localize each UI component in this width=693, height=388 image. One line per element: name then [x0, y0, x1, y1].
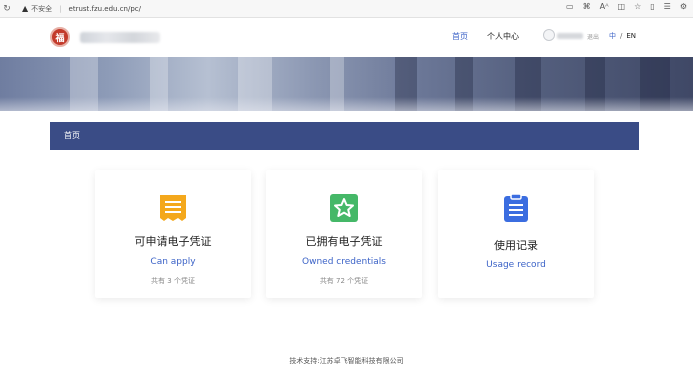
card-subtitle[interactable]: Owned credentials	[266, 257, 422, 267]
split-screen-icon[interactable]: ◫	[618, 2, 626, 11]
card-subtitle[interactable]: Can apply	[95, 257, 251, 267]
warning-icon[interactable]: ▲	[22, 4, 28, 13]
lang-separator: /	[620, 32, 623, 40]
banner-image	[0, 57, 693, 111]
read-aloud-icon[interactable]: Aᴬ	[600, 2, 609, 11]
site-name-blurred	[80, 32, 160, 43]
favorite-icon[interactable]: ☆	[634, 2, 641, 11]
language-switcher: 中 / EN	[609, 31, 636, 41]
card-title: 可申请电子凭证	[134, 235, 212, 248]
lang-en[interactable]: EN	[626, 32, 636, 40]
credential-count: 共有 72 个凭证	[319, 277, 369, 285]
card-can-apply[interactable]: 可申请电子凭证 Can apply 共有 3 个凭证	[95, 170, 251, 298]
university-logo[interactable]: 福	[50, 27, 70, 47]
nav-home[interactable]: 首页	[452, 31, 468, 42]
username-blurred	[557, 33, 583, 39]
security-label[interactable]: 不安全	[31, 4, 52, 14]
sidebar-icon[interactable]: ▯	[650, 2, 654, 11]
document-list-icon	[160, 195, 186, 221]
breadcrumb-home[interactable]: 首页	[64, 131, 80, 140]
footer-credit: 技术支持:江苏卓飞智能科技有限公司	[289, 357, 404, 365]
cast-icon[interactable]: ▭	[566, 2, 574, 11]
credential-count: 共有 3 个凭证	[151, 277, 195, 285]
extensions-icon[interactable]: ⚙	[680, 2, 687, 11]
card-subtitle[interactable]: Usage record	[438, 260, 594, 270]
reload-icon[interactable]: ↻	[0, 4, 14, 14]
browser-toolbar: ▭ ⌘ Aᴬ ◫ ☆ ▯ ☰ ⚙	[566, 2, 687, 11]
browser-address-bar: ↻ ▲ 不安全 | etrust.fzu.edu.cn/pc/ ▭ ⌘ Aᴬ ◫…	[0, 0, 693, 18]
star-badge-icon	[330, 194, 358, 222]
nav-personal-center[interactable]: 个人中心	[487, 31, 519, 42]
card-owned-credentials[interactable]: 已拥有电子凭证 Owned credentials 共有 72 个凭证	[266, 170, 422, 298]
card-title: 已拥有电子凭证	[305, 235, 383, 248]
divider: |	[59, 4, 62, 13]
lang-zh[interactable]: 中	[609, 32, 616, 40]
url-field[interactable]: etrust.fzu.edu.cn/pc/	[69, 5, 142, 13]
card-usage-record[interactable]: 使用记录 Usage record	[438, 170, 594, 298]
clipboard-icon	[504, 193, 528, 222]
breadcrumb: 首页	[50, 122, 639, 150]
logout-link[interactable]: 退出	[587, 32, 599, 41]
card-title: 使用记录	[494, 239, 538, 252]
avatar[interactable]	[543, 29, 555, 41]
apps-icon[interactable]: ⌘	[583, 2, 591, 11]
site-header: 福 首页 个人中心 退出 中 / EN	[0, 18, 693, 57]
favorites-list-icon[interactable]: ☰	[664, 2, 671, 11]
